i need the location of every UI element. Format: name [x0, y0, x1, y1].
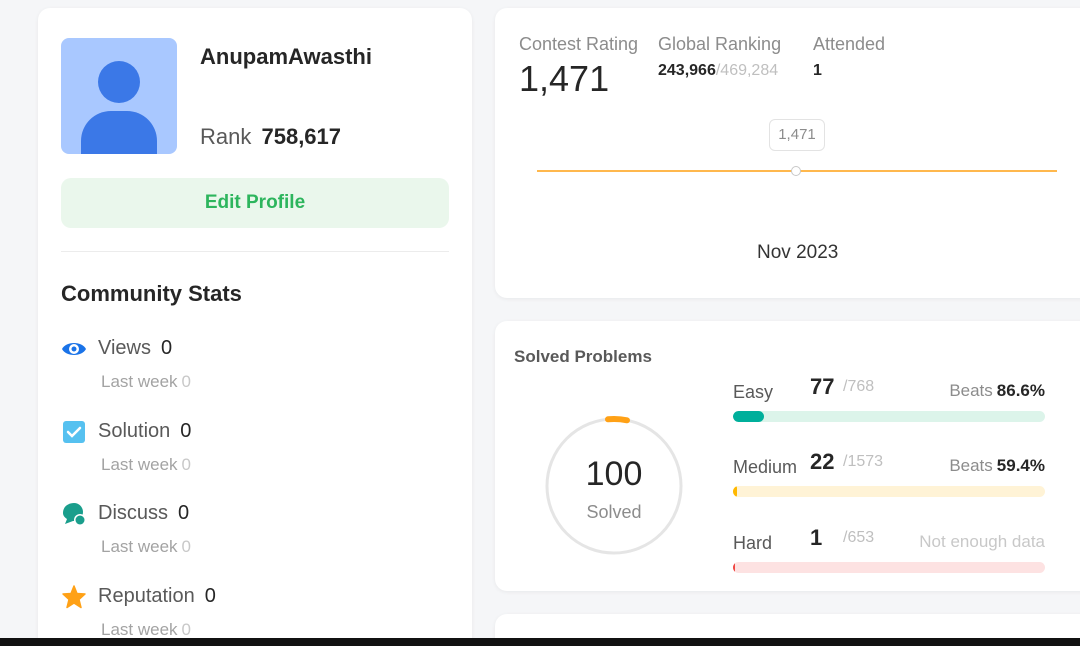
easy-label: Easy [733, 382, 774, 402]
stat-label: Views 0 [98, 337, 172, 360]
attended-label: Attended [813, 34, 886, 54]
easy-count: 77 [810, 374, 835, 399]
solution-label: Solution [98, 420, 171, 442]
reputation-last-week: Last week 0 [101, 620, 191, 640]
solved-problems-title: Solved Problems [514, 347, 652, 366]
medium-label: Medium [733, 457, 798, 477]
last-week-label: Last week [101, 537, 178, 556]
hard-count: 1 [810, 525, 823, 550]
beats-label: Beats [949, 381, 993, 400]
easy-total: /768 [843, 378, 875, 395]
hard-progress-bar [733, 562, 1045, 573]
stat-label: Discuss 0 [98, 502, 189, 525]
global-ranking-label: Global Ranking [658, 34, 782, 54]
easy-beats: Beats 86.6% [949, 381, 1045, 401]
global-ranking: 243,966/469,284 [658, 62, 778, 80]
star-icon [62, 585, 86, 609]
last-week-label: Last week [101, 372, 178, 391]
stat-label: Reputation 0 [98, 585, 216, 608]
edit-profile-button[interactable]: Edit Profile [61, 178, 449, 228]
solved-total-label: Solved [586, 502, 642, 522]
solved-ring-arc [605, 416, 630, 424]
reputation-value: 0 [204, 585, 216, 607]
last-week-label: Last week [101, 620, 178, 639]
reputation-last-week-value: 0 [181, 620, 192, 639]
views-label: Views [98, 337, 151, 359]
rating-chart-point[interactable] [791, 166, 801, 176]
solution-last-week-value: 0 [181, 455, 192, 474]
discuss-last-week: Last week 0 [101, 537, 191, 557]
medium-beats-value: 59.4% [996, 456, 1045, 475]
views-last-week-value: 0 [181, 372, 192, 391]
avatar-head [98, 61, 140, 103]
medium-progress-fill [733, 486, 738, 497]
solved-problems-card: Solved Problems 100 Solved Easy 77 /768 … [495, 321, 1080, 591]
stat-discuss: Discuss 0 Last week 0 [61, 501, 441, 561]
solved-total: 100 [585, 455, 643, 493]
easy-beats-value: 86.6% [996, 381, 1045, 400]
stat-solution: Solution 0 Last week 0 [61, 419, 441, 479]
easy-progress-bar [733, 411, 1045, 422]
medium-beats: Beats 59.4% [949, 456, 1045, 476]
difficulty-hard: Hard 1 /653 Not enough data [733, 517, 1045, 573]
medium-progress-bar [733, 486, 1045, 497]
easy-progress-fill [733, 411, 765, 422]
discuss-value: 0 [178, 502, 190, 524]
hard-label: Hard [733, 533, 773, 553]
medium-total: /1573 [843, 453, 884, 470]
rating-tooltip: 1,471 [769, 119, 825, 151]
hard-progress-fill [733, 562, 736, 573]
contest-rating-value: 1,471 [519, 58, 610, 99]
difficulty-medium: Medium 22 /1573 Beats 59.4% [733, 441, 1045, 497]
screen-bottom-bar [0, 638, 1080, 646]
attended-value: 1 [813, 62, 822, 79]
stat-views: Views 0 Last week 0 [61, 336, 441, 396]
hard-total: /653 [843, 529, 875, 546]
reputation-label: Reputation [98, 585, 195, 607]
stat-label: Solution 0 [98, 420, 191, 443]
rating-chart-month: Nov 2023 [757, 242, 839, 263]
difficulty-easy: Easy 77 /768 Beats 86.6% [733, 366, 1045, 422]
solution-value: 0 [180, 420, 192, 442]
global-ranking-total: /469,284 [715, 62, 779, 79]
divider [61, 251, 449, 252]
username[interactable]: AnupamAwasthi [200, 44, 372, 70]
contest-rating-label: Contest Rating [519, 34, 639, 54]
views-last-week: Last week 0 [101, 372, 191, 392]
stat-reputation: Reputation 0 Last week 0 [61, 584, 441, 644]
discuss-last-week-value: 0 [181, 537, 192, 556]
medium-count: 22 [810, 449, 835, 474]
views-value: 0 [161, 337, 173, 359]
solution-last-week: Last week 0 [101, 455, 191, 475]
chat-icon [63, 503, 86, 526]
profile-card: AnupamAwasthi Rank 758,617 Edit Profile … [38, 8, 472, 646]
community-stats-title: Community Stats [61, 281, 242, 306]
avatar-body [81, 111, 157, 154]
hard-note: Not enough data [919, 532, 1045, 551]
rank-value: 758,617 [261, 124, 342, 149]
eye-icon [62, 343, 86, 355]
checkbox-icon [63, 421, 85, 443]
rank-label: Rank [200, 124, 252, 149]
discuss-label: Discuss [98, 502, 169, 524]
contest-card: Contest Rating 1,471 Global Ranking 243,… [495, 8, 1080, 298]
user-avatar-icon[interactable] [61, 38, 177, 154]
beats-label: Beats [949, 456, 993, 475]
last-week-label: Last week [101, 455, 178, 474]
rank-row: Rank 758,617 [200, 124, 341, 150]
global-ranking-value: 243,966 [658, 62, 716, 79]
